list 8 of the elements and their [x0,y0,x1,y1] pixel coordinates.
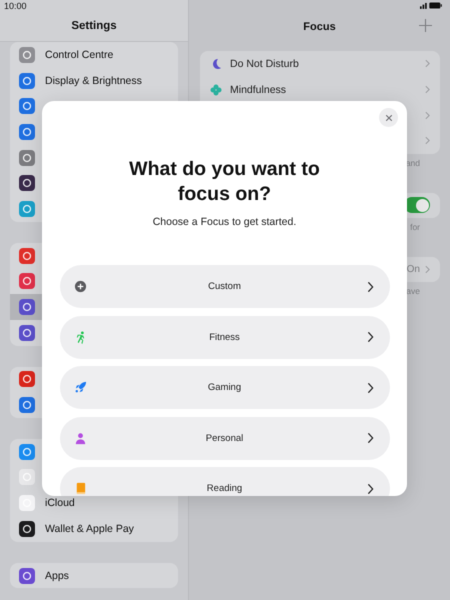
dialog-title: What do you want to focus on? [128,157,321,207]
sidebar-title: Settings [71,20,117,32]
pane-title: Focus [303,21,336,33]
status-time: 10:00 [4,1,27,11]
value-text: On [406,264,420,275]
dialog-subtitle: Choose a Focus to get started. [152,216,296,228]
footnote-text: for [410,222,420,232]
footnote-text: ave [406,286,420,296]
